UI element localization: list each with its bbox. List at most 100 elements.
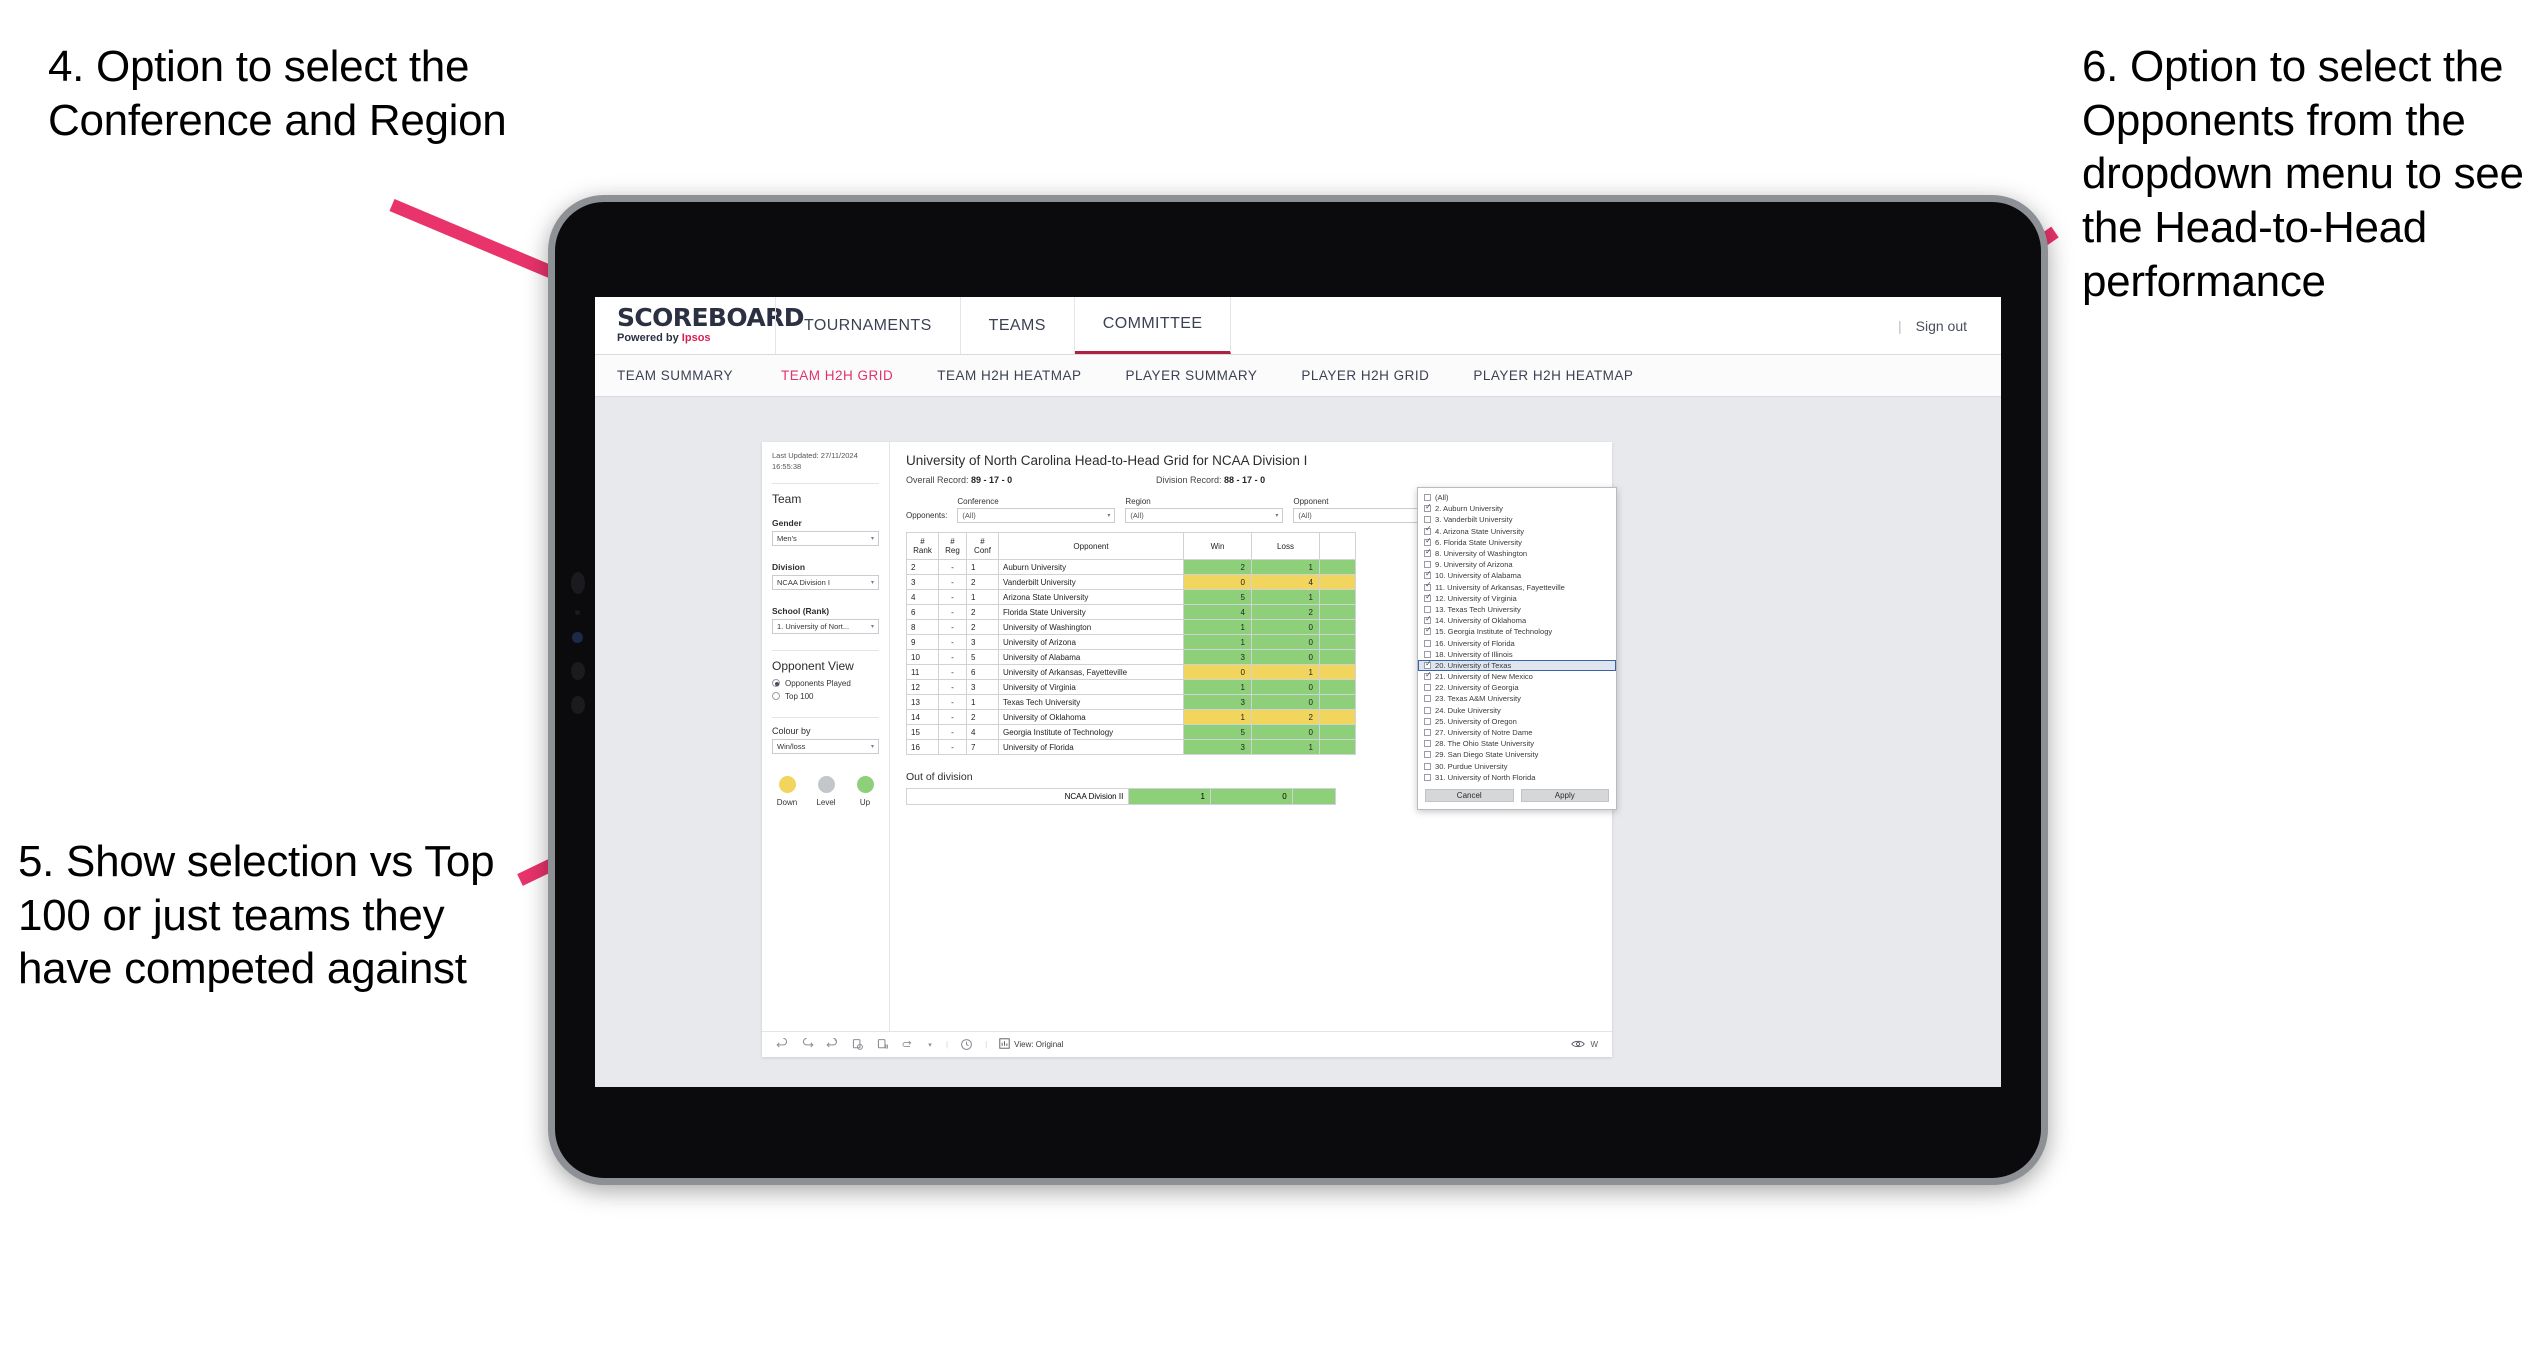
checkbox-icon[interactable] [1424,717,1431,725]
checkbox-icon[interactable] [1424,615,1432,625]
nav-tab-tournaments[interactable]: TOURNAMENTS [775,297,961,354]
dropdown-item[interactable]: 10. University of Alabama [1418,570,1616,581]
checkbox-icon[interactable] [1424,684,1431,692]
share-icon[interactable] [901,1038,914,1051]
division-select[interactable]: NCAA Division I ▾ [772,574,879,590]
table-row[interactable]: 4-1 Arizona State University 5 1 [906,589,1356,605]
dropdown-item[interactable]: 4. Arizona State University [1418,525,1616,537]
gender-select[interactable]: Men's ▾ [772,530,879,546]
apply-button[interactable]: Apply [1520,788,1609,802]
checkbox-icon[interactable] [1424,525,1432,535]
history-icon[interactable] [960,1038,973,1051]
revert-icon[interactable] [826,1038,839,1051]
subtab-player-h2h-grid[interactable]: PLAYER H2H GRID [1279,368,1451,383]
radio-top-100[interactable]: Top 100 [772,692,879,701]
dropdown-item[interactable]: 27. University of Notre Dame [1418,727,1616,738]
out-of-division-row[interactable]: NCAA Division II 1 0 [905,788,1337,805]
opponent-dropdown-list[interactable]: (All)2. Auburn University3. Vanderbilt U… [1418,492,1616,783]
pause-icon[interactable] [876,1038,889,1051]
table-row[interactable]: 12-3 University of Virginia 1 0 [906,679,1356,695]
checkbox-icon[interactable] [1424,548,1432,558]
dropdown-item[interactable]: 12. University of Virginia [1418,593,1616,604]
nav-tab-teams[interactable]: TEAMS [961,297,1075,354]
checkbox-icon[interactable] [1424,695,1431,703]
checkbox-icon[interactable] [1424,503,1432,513]
dropdown-item[interactable]: 8. University of Washington [1418,548,1616,559]
checkbox-icon[interactable] [1424,494,1431,502]
checkbox-icon[interactable] [1424,639,1431,647]
dropdown-item[interactable]: 14. University of Oklahoma [1418,615,1616,626]
table-row[interactable]: 3-2 Vanderbilt University 0 4 [906,574,1356,590]
redo-icon[interactable] [801,1038,814,1051]
cell-spacer [1319,604,1356,620]
dropdown-item[interactable]: 30. Purdue University [1418,761,1616,772]
table-row[interactable]: 13-1 Texas Tech University 3 0 [906,694,1356,710]
checkbox-icon[interactable] [1424,729,1431,737]
dropdown-item[interactable]: 23. Texas A&M University [1418,693,1616,704]
radio-opponents-played[interactable]: Opponents Played [772,679,879,688]
table-row[interactable]: 14-2 University of Oklahoma 1 2 [906,709,1356,725]
table-row[interactable]: 15-4 Georgia Institute of Technology 5 0 [906,724,1356,740]
checkbox-icon[interactable] [1424,751,1431,759]
checkbox-icon[interactable] [1424,762,1431,770]
dropdown-item[interactable]: 15. Georgia Institute of Technology [1418,626,1616,637]
cancel-button[interactable]: Cancel [1425,788,1514,802]
sign-out-link[interactable]: Sign out [1916,318,1967,334]
checkbox-icon[interactable] [1424,773,1431,781]
dropdown-item[interactable]: 20. University of Texas [1418,660,1616,671]
toolbar-right[interactable]: W [1571,1039,1598,1051]
subtab-player-h2h-heatmap[interactable]: PLAYER H2H HEATMAP [1451,368,1655,383]
subtab-player-summary[interactable]: PLAYER SUMMARY [1104,368,1280,383]
checkbox-icon[interactable] [1424,516,1431,524]
dropdown-item[interactable]: 2. Auburn University [1418,503,1616,514]
checkbox-icon[interactable] [1424,581,1432,591]
dropdown-item[interactable]: 25. University of Oregon [1418,716,1616,727]
dropdown-item[interactable]: 22. University of Georgia [1418,682,1616,693]
subtab-team-h2h-heatmap[interactable]: TEAM H2H HEATMAP [915,368,1103,383]
dropdown-item[interactable]: 11. University of Arkansas, Fayetteville [1418,581,1616,593]
checkbox-icon[interactable] [1424,593,1432,602]
table-row[interactable]: 6-2 Florida State University 4 2 [906,604,1356,620]
nav-tab-committee[interactable]: COMMITTEE [1074,297,1232,354]
opponent-dropdown-panel[interactable]: (All)2. Auburn University3. Vanderbilt U… [1417,487,1617,810]
colour-by-select[interactable]: Win/loss ▾ [772,738,879,754]
table-row[interactable]: 10-5 University of Alabama 3 0 [906,649,1356,665]
conference-select[interactable]: (All) ▾ [957,508,1116,523]
undo-icon[interactable] [776,1038,789,1051]
table-row[interactable]: 8-2 University of Washington 1 0 [906,619,1356,635]
checkbox-icon[interactable] [1424,605,1431,613]
table-row[interactable]: 16-7 University of Florida 3 1 [906,739,1356,755]
dropdown-item-label: 4. Arizona State University [1435,526,1525,536]
checkbox-icon[interactable] [1424,671,1432,681]
table-row[interactable]: 2-1 Auburn University 2 1 [906,559,1356,575]
dropdown-item[interactable]: 24. Duke University [1418,705,1616,716]
dropdown-item[interactable]: 9. University of Arizona [1418,559,1616,570]
view-original-button[interactable]: View: Original [999,1038,1063,1051]
checkbox-icon[interactable] [1424,706,1431,714]
school-rank-select[interactable]: 1. University of Nort... ▾ [772,618,879,634]
dropdown-item[interactable]: 16. University of Florida [1418,637,1616,648]
checkbox-icon[interactable] [1424,570,1432,580]
checkbox-icon[interactable] [1424,537,1432,546]
checkbox-icon[interactable] [1424,650,1431,658]
dropdown-item[interactable]: (All) [1418,492,1616,503]
dropdown-item[interactable]: 13. Texas Tech University [1418,604,1616,615]
dropdown-item[interactable]: 28. The Ohio State University [1418,738,1616,749]
table-row[interactable]: 9-3 University of Arizona 1 0 [906,634,1356,650]
share-chevron-icon[interactable]: ▾ [926,1038,934,1051]
dropdown-item[interactable]: 3. Vanderbilt University [1418,514,1616,525]
dropdown-item[interactable]: 29. San Diego State University [1418,749,1616,760]
subtab-team-summary[interactable]: TEAM SUMMARY [617,368,759,383]
region-select[interactable]: (All) ▾ [1125,508,1284,523]
table-row[interactable]: 11-6 University of Arkansas, Fayetteville… [906,664,1356,680]
dropdown-item[interactable]: 21. University of New Mexico [1418,671,1616,682]
checkbox-icon[interactable] [1424,660,1432,669]
subtab-team-h2h-grid[interactable]: TEAM H2H GRID [759,368,915,383]
refresh-icon[interactable] [851,1038,864,1051]
checkbox-icon[interactable] [1424,626,1432,636]
checkbox-icon[interactable] [1424,561,1431,569]
checkbox-icon[interactable] [1424,740,1431,748]
dropdown-item[interactable]: 6. Florida State University [1418,537,1616,548]
dropdown-item[interactable]: 31. University of North Florida [1418,772,1616,783]
dropdown-item[interactable]: 18. University of Illinois [1418,649,1616,660]
